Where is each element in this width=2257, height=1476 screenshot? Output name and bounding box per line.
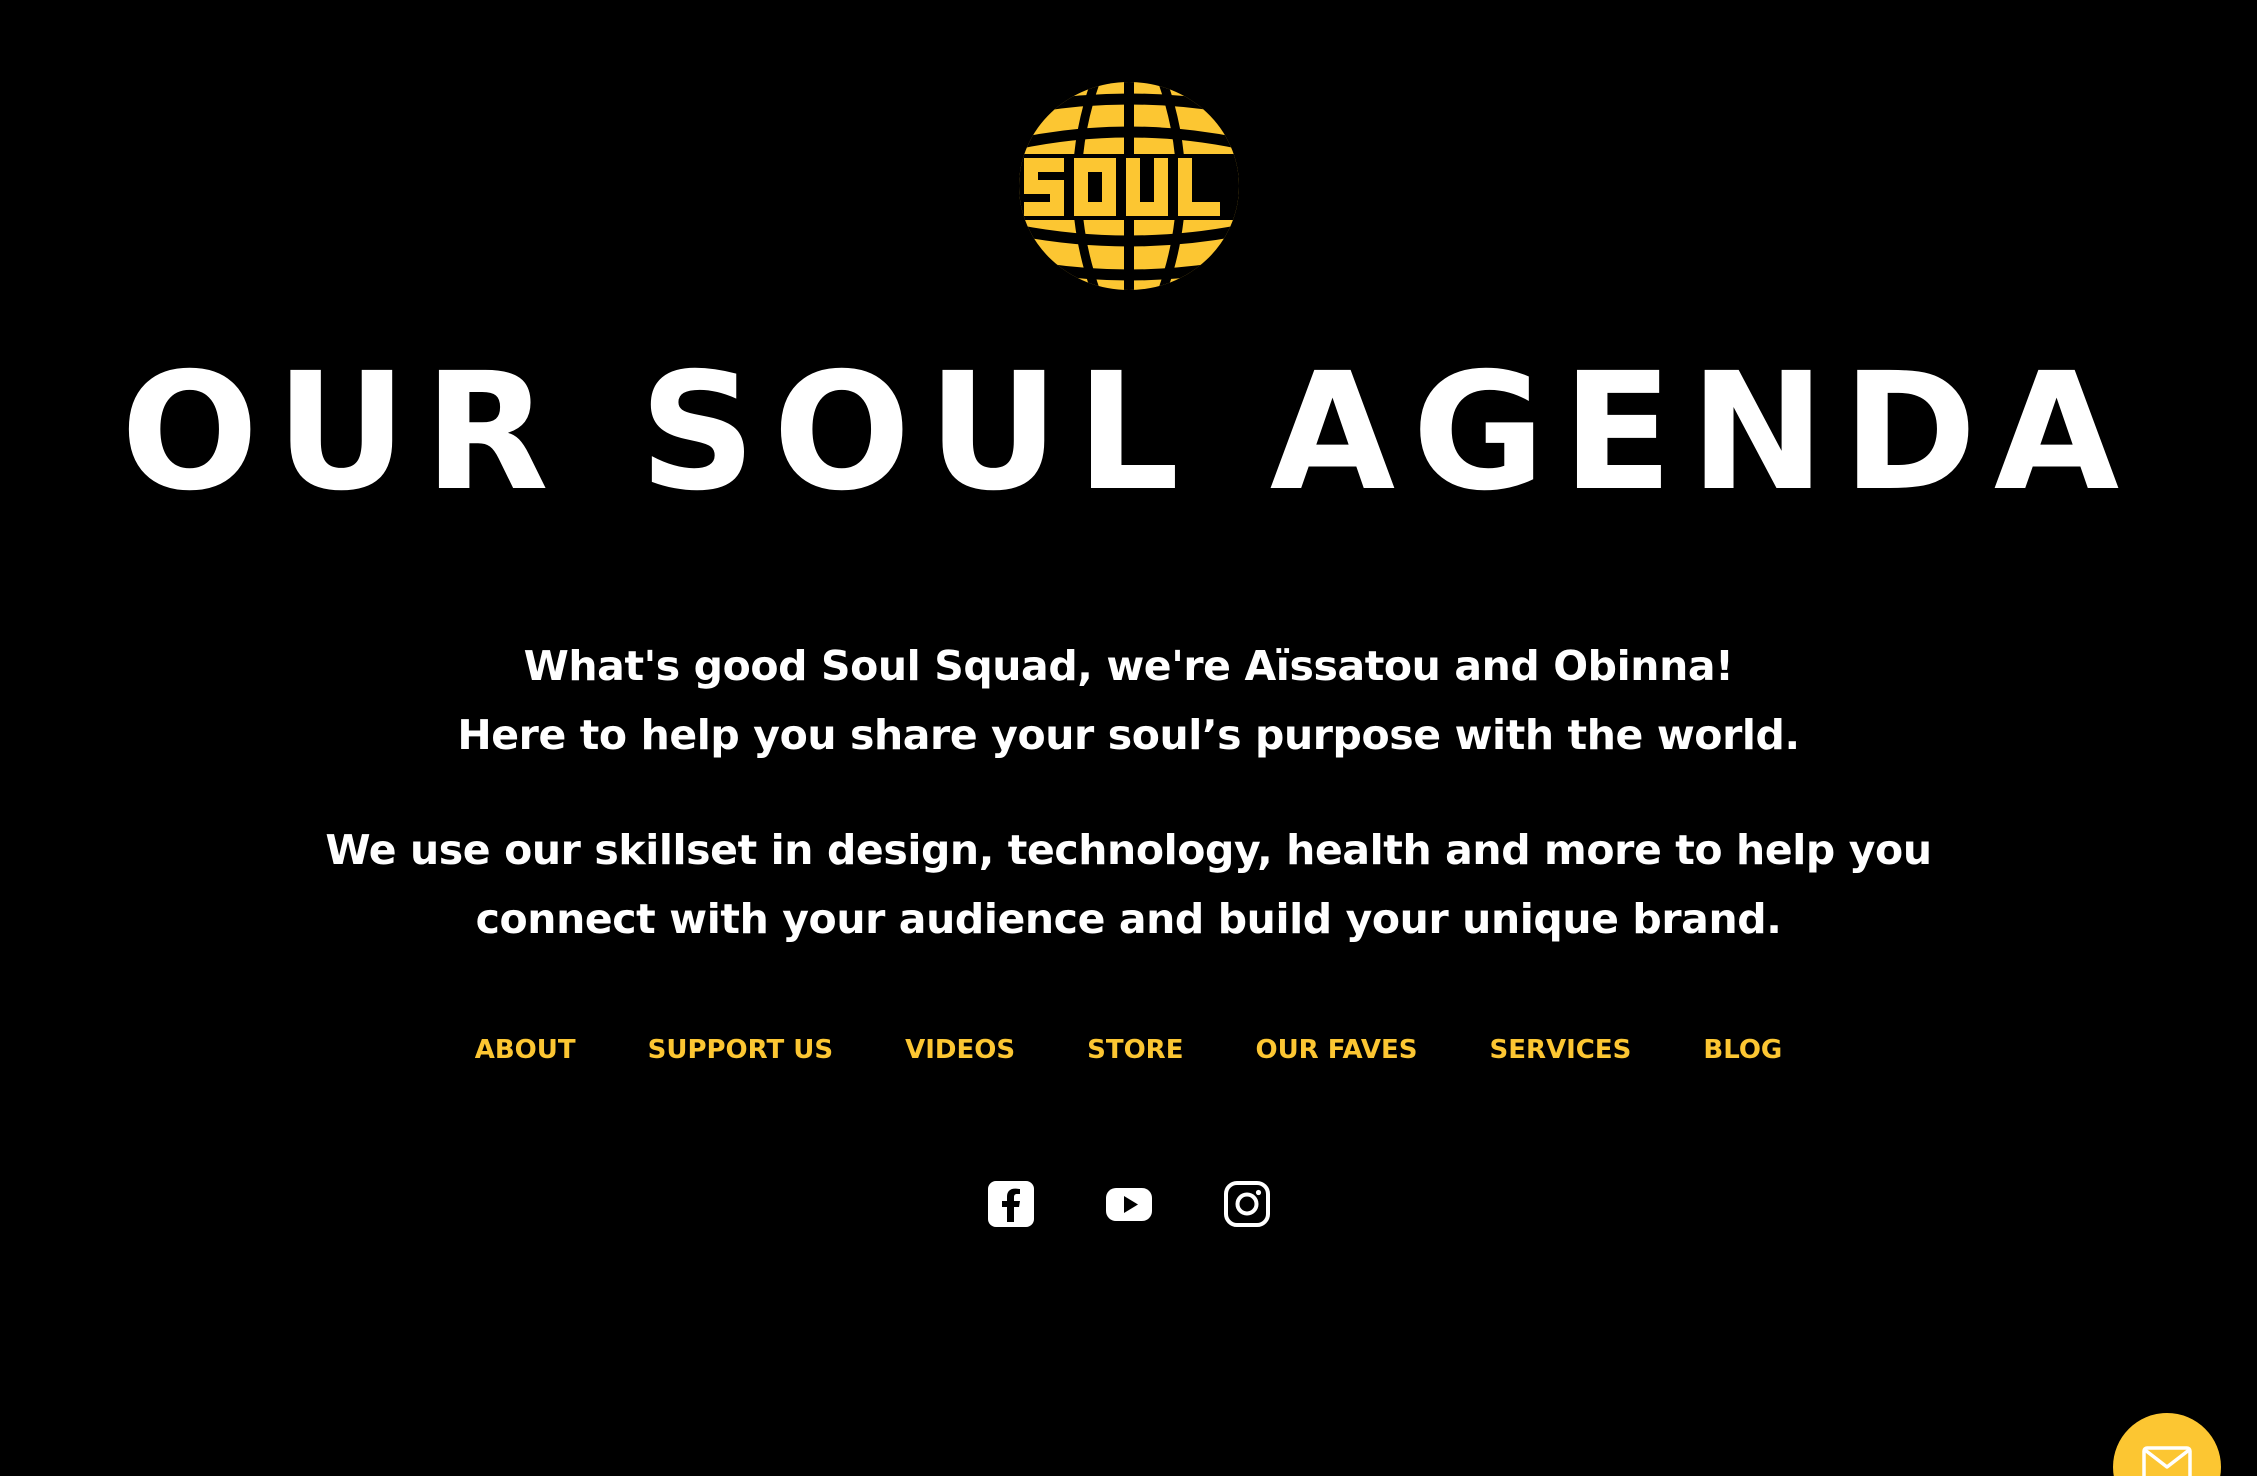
nav-support-us[interactable]: SUPPORT US [648, 1028, 834, 1072]
intro-line: Here to help you share your soul’s purpo… [457, 711, 1800, 759]
nav-services[interactable]: SERVICES [1490, 1028, 1632, 1072]
youtube-icon[interactable] [1105, 1180, 1153, 1228]
contact-mail-button[interactable] [2113, 1413, 2221, 1476]
nav-blog[interactable]: BLOG [1703, 1028, 1782, 1072]
intro-line: What's good Soul Squad, we're Aïssatou a… [523, 642, 1734, 690]
mail-icon [2142, 1446, 2192, 1476]
main-nav: ABOUT SUPPORT US VIDEOS STORE OUR FAVES … [0, 1028, 2257, 1072]
page-title: OUR SOUL AGENDA [120, 339, 2137, 527]
globe-icon [1019, 82, 1239, 290]
nav-our-faves[interactable]: OUR FAVES [1255, 1028, 1417, 1072]
intro-greeting: What's good Soul Squad, we're Aïssatou a… [0, 632, 2257, 770]
instagram-icon[interactable] [1223, 1180, 1271, 1228]
intro-description: We use our skillset in design, technolog… [0, 816, 2257, 954]
soul-globe-logo[interactable] [1016, 80, 1242, 292]
intro-line: We use our skillset in design, technolog… [325, 826, 1932, 874]
intro-line: connect with your audience and build you… [475, 895, 1782, 943]
nav-about[interactable]: ABOUT [475, 1028, 576, 1072]
nav-videos[interactable]: VIDEOS [905, 1028, 1015, 1072]
facebook-icon[interactable] [987, 1180, 1035, 1228]
social-links [0, 1180, 2257, 1228]
nav-store[interactable]: STORE [1087, 1028, 1183, 1072]
